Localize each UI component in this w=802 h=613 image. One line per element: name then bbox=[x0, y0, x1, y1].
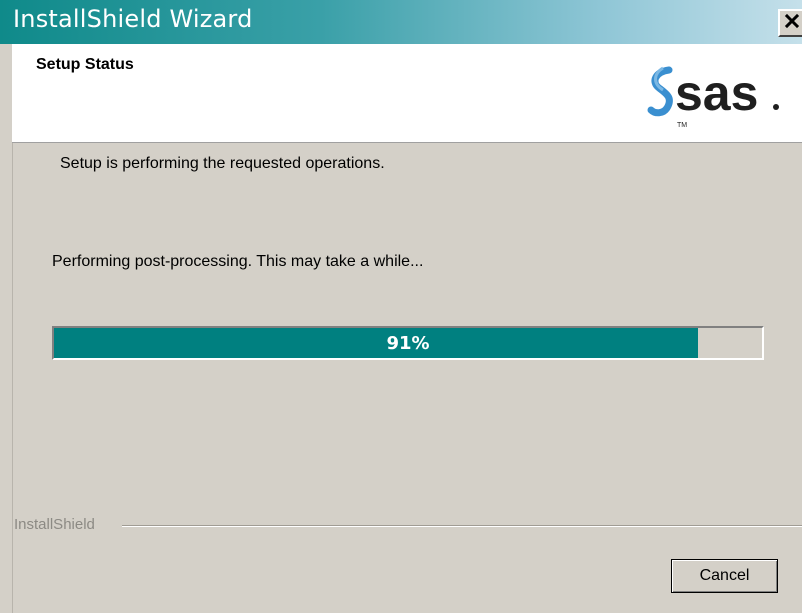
close-button[interactable] bbox=[778, 9, 802, 37]
header-panel: Setup Status sas TM bbox=[12, 44, 802, 143]
progress-bar: 91% bbox=[52, 326, 764, 360]
installshield-group-label: InstallShield bbox=[14, 516, 95, 533]
divider bbox=[122, 525, 802, 527]
progress-percent-label: 91% bbox=[386, 332, 430, 354]
logo-wordmark: sas bbox=[675, 65, 758, 121]
cancel-button[interactable]: Cancel bbox=[671, 559, 778, 593]
status-message: Setup is performing the requested operat… bbox=[60, 155, 385, 172]
page-title: Setup Status bbox=[36, 56, 134, 73]
installshield-wizard-window: InstallShield Wizard Setup Status sas TM… bbox=[0, 0, 802, 613]
window-title: InstallShield Wizard bbox=[13, 5, 253, 33]
detail-message: Performing post-processing. This may tak… bbox=[52, 253, 424, 270]
sas-logo: sas TM bbox=[639, 50, 789, 140]
close-icon bbox=[784, 13, 800, 34]
logo-trademark: TM bbox=[677, 122, 687, 129]
title-bar[interactable]: InstallShield Wizard bbox=[0, 0, 802, 44]
